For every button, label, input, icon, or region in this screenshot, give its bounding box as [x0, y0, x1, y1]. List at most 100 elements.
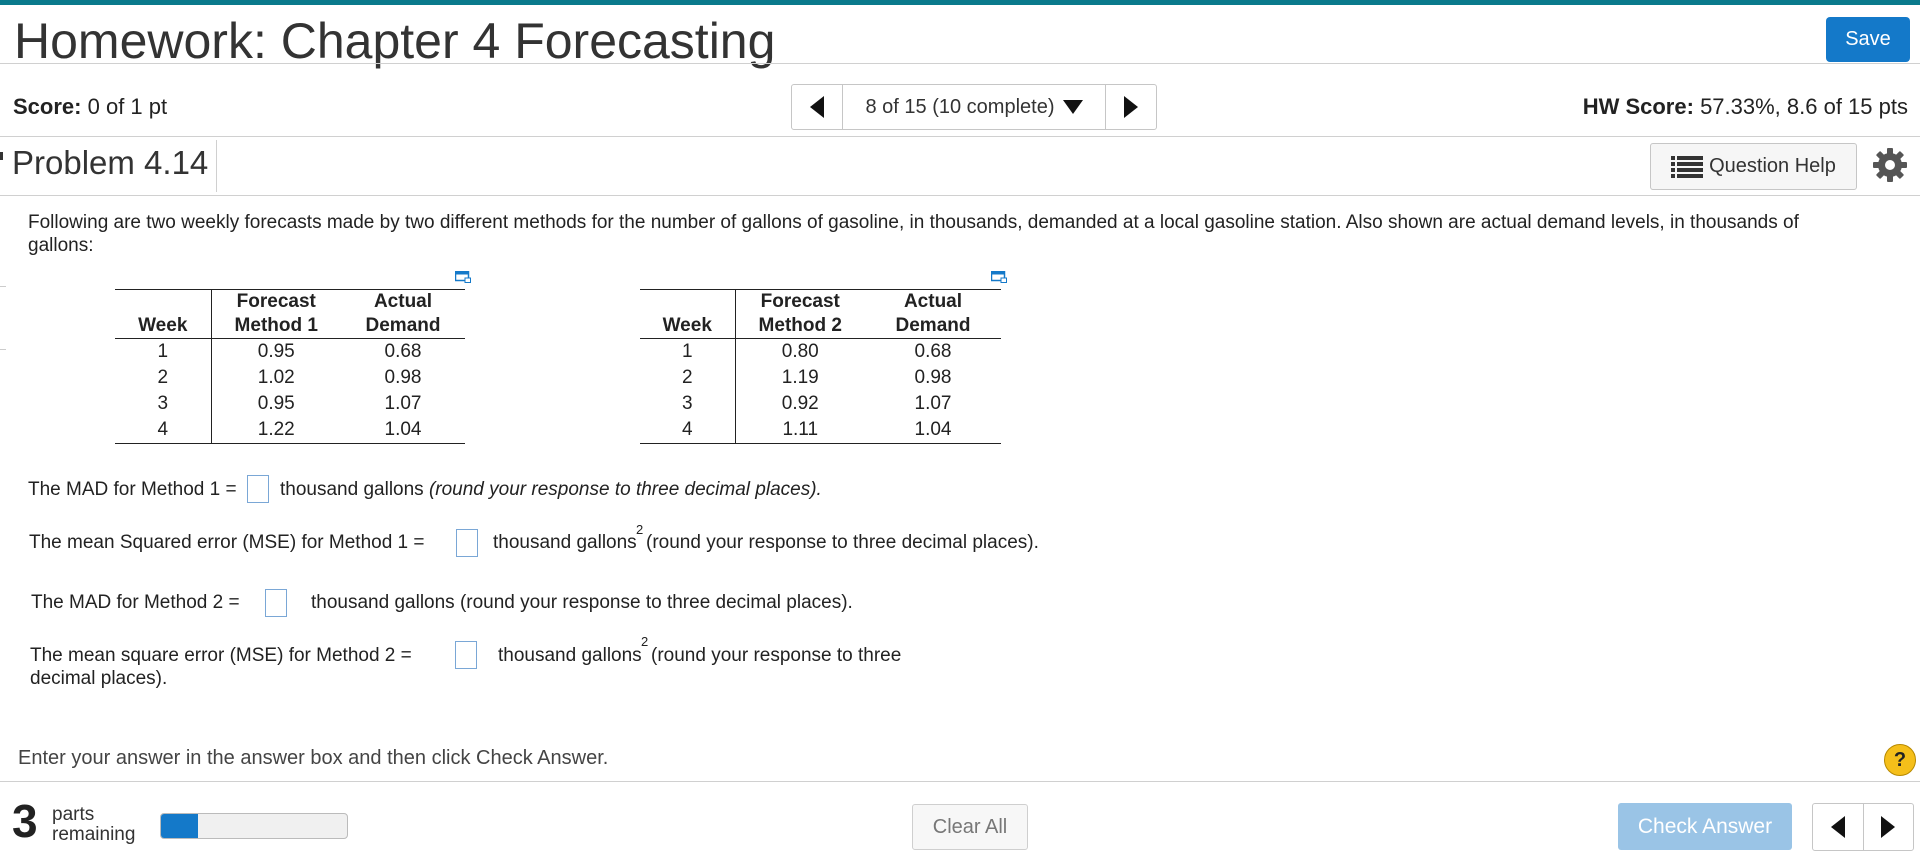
q1-text: thousand gallons (round your response to… — [280, 479, 822, 501]
instruction-text: Enter your answer in the answer box and … — [18, 747, 609, 769]
divider — [0, 63, 1920, 64]
column-header: Actual — [865, 289, 1001, 314]
hw-score: HW Score: 57.33%, 8.6 of 15 pts — [1583, 94, 1908, 120]
problem-marker — [0, 152, 3, 160]
table-row: 4 1.22 1.04 — [115, 417, 465, 444]
problem-separator — [216, 140, 217, 192]
actual-cell: 1.04 — [341, 417, 465, 444]
actual-cell: 1.04 — [865, 417, 1001, 444]
actual-cell: 0.68 — [914, 341, 952, 362]
q1-unit: thousand gallons — [280, 479, 424, 500]
table-row: 2 1.19 0.98 — [640, 365, 1001, 391]
column-header: Demand — [341, 314, 465, 339]
parts-label-line1: parts — [52, 804, 95, 825]
q2-note: (round your response to three decimal pl… — [646, 532, 1039, 553]
table-row: 3 0.95 1.07 — [115, 391, 465, 417]
q4-exponent: 2 — [641, 634, 649, 649]
table-row: 1 0.95 0.68 — [115, 338, 465, 365]
q1-note: (round your response to three decimal pl… — [428, 479, 822, 500]
actual-cell: 0.98 — [914, 367, 952, 388]
score-value: 0 of 1 pt — [87, 94, 168, 119]
table-row: 1 0.80 0.68 — [640, 338, 1001, 365]
forecast-cell: 0.95 — [257, 341, 295, 362]
problem-intro: Following are two weekly forecasts made … — [28, 212, 1799, 256]
column-header: Method 2 — [735, 314, 865, 339]
forecast-cell: 0.92 — [781, 393, 819, 414]
next-part-button[interactable] — [1864, 804, 1914, 850]
expand-table-icon[interactable] — [991, 271, 1007, 283]
triangle-left-icon — [810, 96, 824, 118]
column-header: Week — [640, 314, 736, 339]
column-header — [640, 289, 736, 314]
q4-note: (round your response to three — [651, 645, 902, 666]
triangle-right-icon — [1881, 816, 1896, 838]
page-title: Homework: Chapter 4 Forecasting — [14, 13, 776, 69]
column-header: Demand — [865, 314, 1001, 339]
table-row: 4 1.11 1.04 — [640, 417, 1001, 444]
forecast-cell: 1.11 — [735, 417, 865, 444]
problem-title: Problem 4.14 — [12, 144, 209, 181]
column-header: Forecast — [211, 289, 341, 314]
actual-cell: 1.07 — [384, 393, 422, 414]
check-answer-button[interactable]: Check Answer — [1618, 803, 1792, 850]
previous-part-button[interactable] — [1813, 804, 1864, 850]
q1-prefix: The MAD for Method 1 = — [28, 479, 237, 500]
q3-prefix: The MAD for Method 2 = — [31, 592, 240, 613]
q3-suffix: thousand gallons (round your response to… — [311, 592, 853, 613]
previous-question-button[interactable] — [792, 85, 843, 129]
parts-remaining-count: 3 — [12, 795, 38, 847]
clear-all-button[interactable]: Clear All — [912, 804, 1028, 850]
actual-cell: 0.68 — [384, 341, 422, 362]
side-tick — [0, 286, 6, 287]
question-selector[interactable]: 8 of 15 (10 complete) — [843, 85, 1105, 129]
score-label: Score: — [13, 94, 82, 119]
week-cell: 4 — [115, 417, 212, 444]
mad-method-1-input[interactable] — [247, 475, 269, 503]
week-cell: 3 — [640, 391, 736, 417]
part-navigator — [1812, 803, 1914, 851]
column-header: Forecast — [735, 289, 865, 314]
progress-fill — [161, 814, 199, 838]
divider — [0, 136, 1920, 137]
mse-method-2-input[interactable] — [455, 641, 477, 669]
mad-method-2-input[interactable] — [265, 589, 287, 617]
week-cell: 2 — [115, 365, 212, 391]
q2-exponent: 2 — [636, 522, 644, 537]
top-accent-bar — [0, 0, 1920, 5]
column-header — [115, 289, 212, 314]
triangle-left-icon — [1830, 816, 1845, 838]
forecast-cell: 1.02 — [257, 367, 295, 388]
hw-score-value: 57.33%, 8.6 of 15 pts — [1700, 94, 1908, 119]
help-circle-icon[interactable]: ? — [1884, 744, 1916, 776]
week-cell: 3 — [115, 391, 212, 417]
gear-icon[interactable] — [1872, 147, 1908, 183]
column-header: Actual — [341, 289, 465, 314]
question-help-button[interactable]: Question Help — [1650, 143, 1857, 190]
table-row: 2 1.02 0.98 — [115, 365, 465, 391]
column-header: Method 1 — [211, 314, 341, 339]
score: Score: 0 of 1 pt — [13, 94, 167, 120]
q2-unit: thousand gallons — [493, 532, 637, 553]
mse-method-1-input[interactable] — [456, 529, 478, 557]
q4-note-continued: decimal places). — [30, 668, 168, 689]
forecast-cell: 1.19 — [781, 367, 819, 388]
save-button[interactable]: Save — [1826, 17, 1910, 62]
next-question-button[interactable] — [1105, 85, 1156, 129]
triangle-down-icon — [1062, 100, 1083, 114]
actual-cell: 1.07 — [914, 393, 952, 414]
week-cell: 4 — [640, 417, 736, 444]
parts-remaining-label: parts remaining — [52, 805, 135, 845]
q2-prefix: The mean Squared error (MSE) for Method … — [29, 532, 425, 553]
side-tick — [0, 349, 6, 350]
table-row: 3 0.92 1.07 — [640, 391, 1001, 417]
actual-cell: 0.98 — [384, 367, 422, 388]
question-position: 8 of 15 (10 complete) — [865, 95, 1055, 118]
question-navigator: 8 of 15 (10 complete) — [791, 84, 1157, 130]
list-icon — [1671, 155, 1704, 178]
parts-label-line2: remaining — [52, 824, 136, 845]
forecast-cell: 0.80 — [781, 341, 819, 362]
divider — [0, 781, 1920, 782]
forecast-table-method-2: Forecast Actual Week Method 2 Demand 1 0… — [640, 289, 1001, 444]
week-cell: 2 — [640, 365, 736, 391]
expand-table-icon[interactable] — [455, 271, 471, 283]
